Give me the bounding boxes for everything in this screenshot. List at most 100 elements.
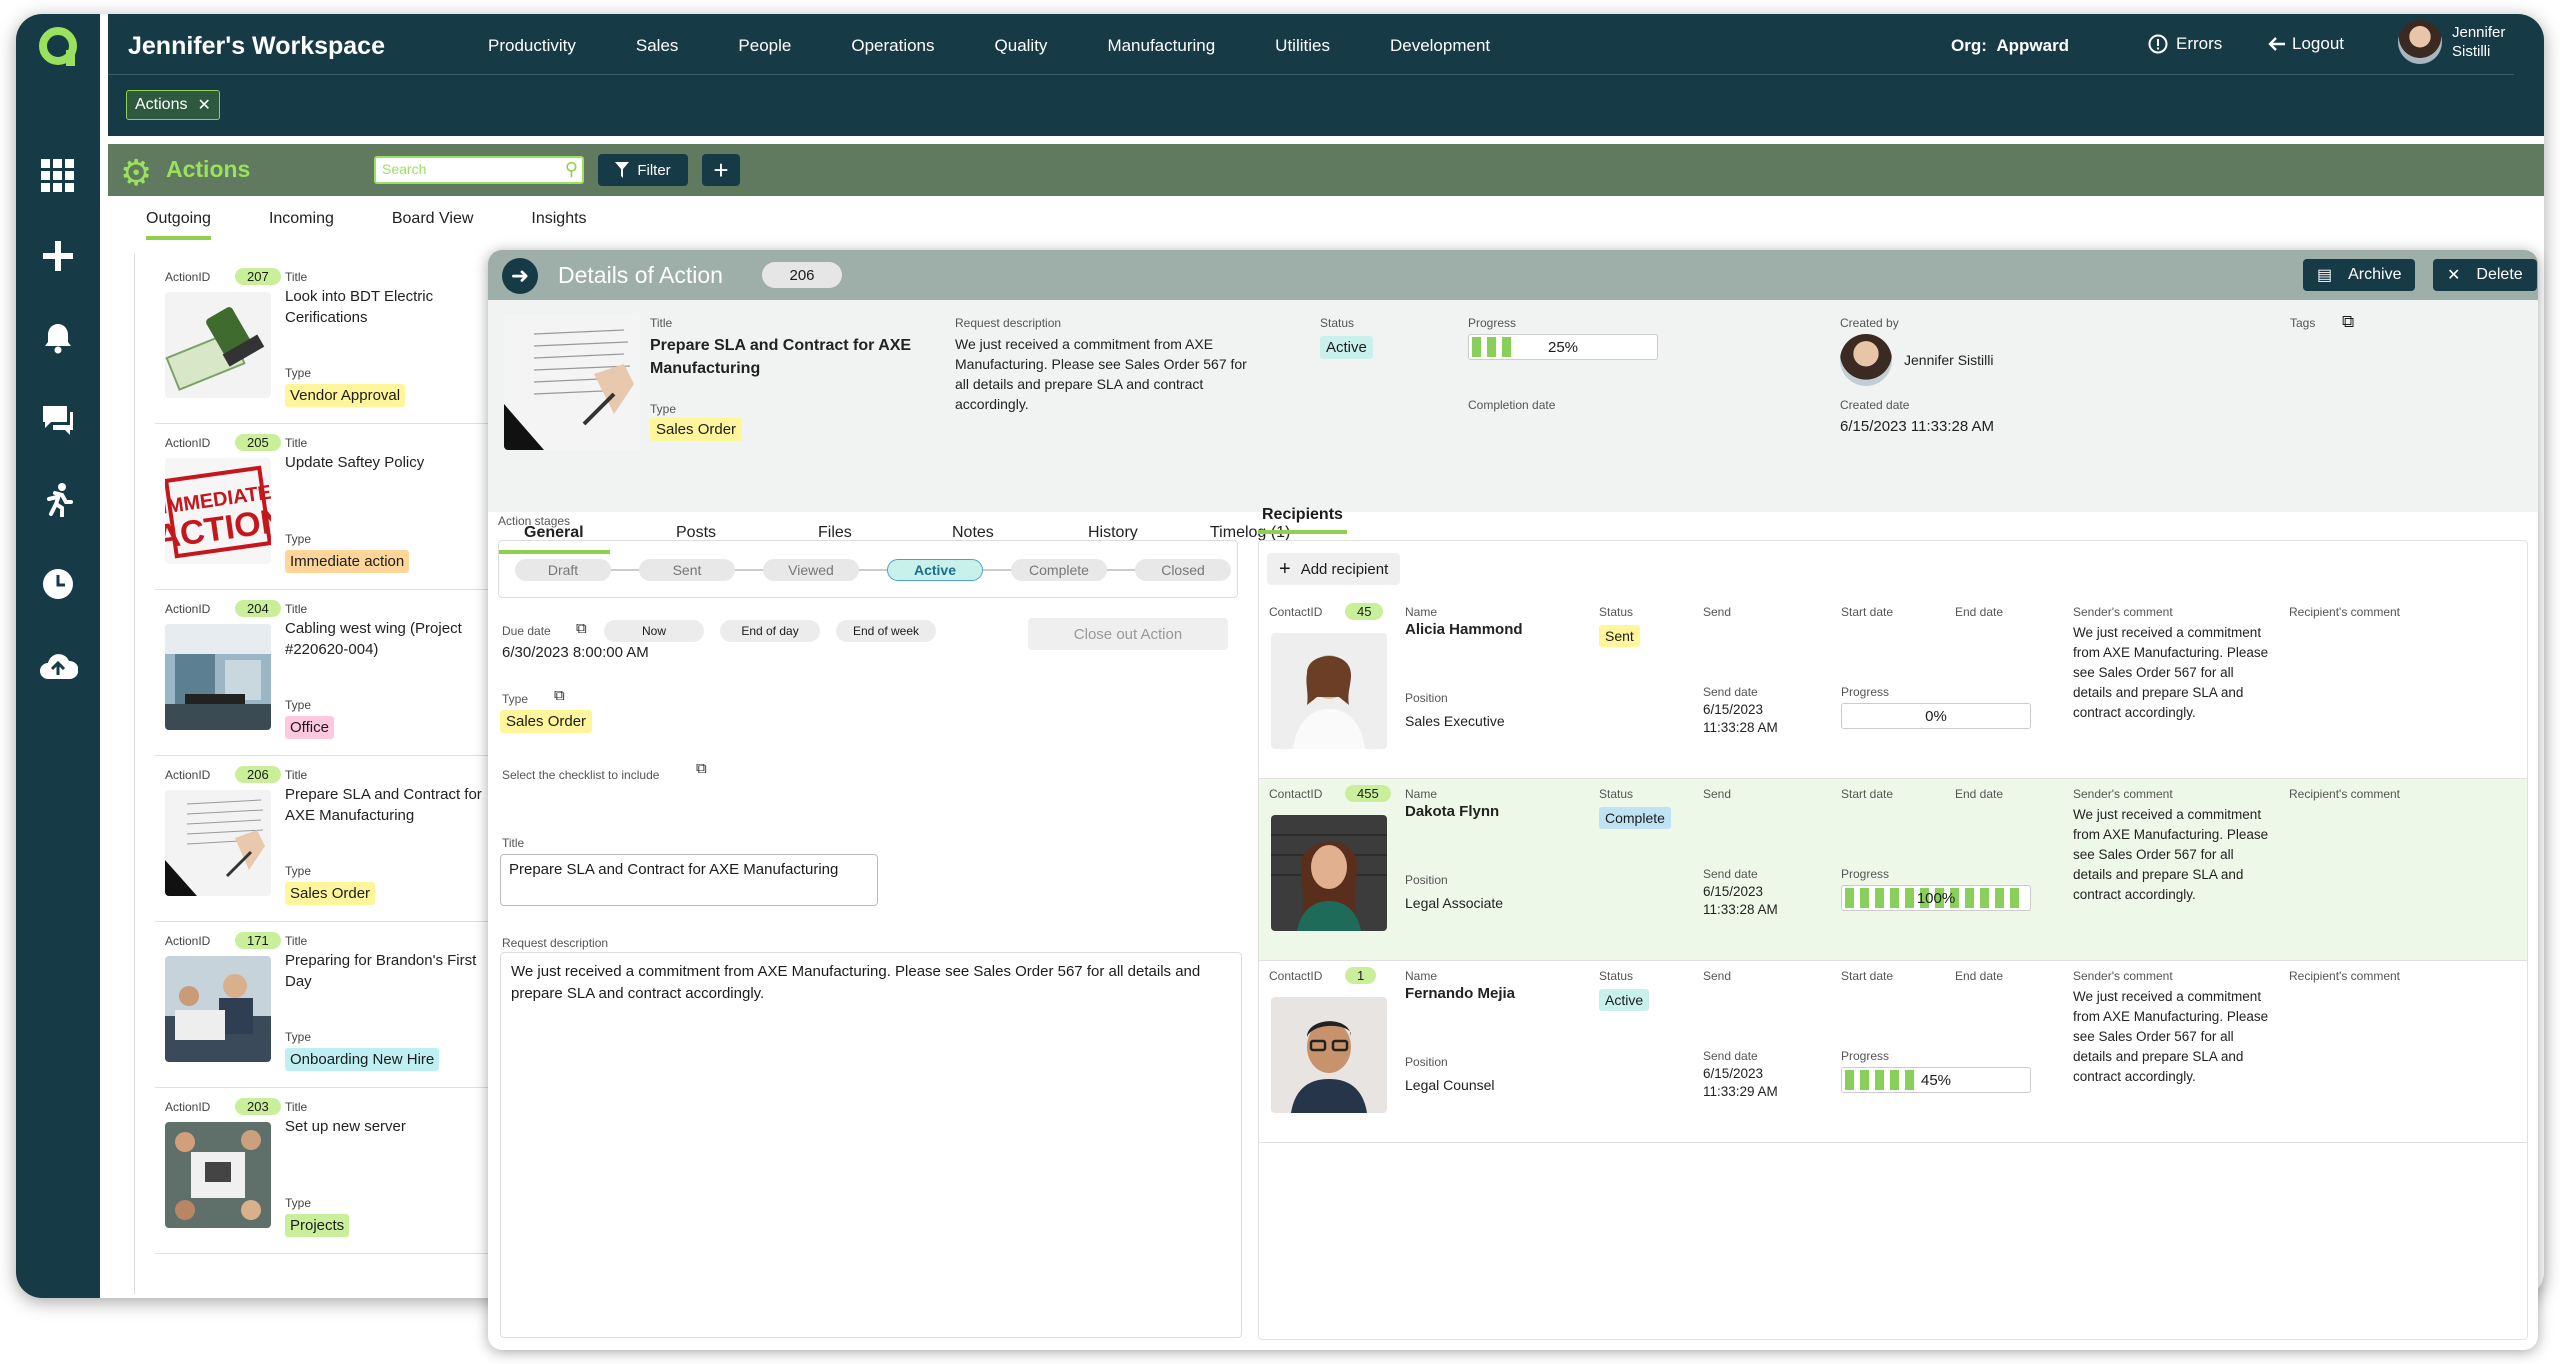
tab-outgoing[interactable]: Outgoing: [146, 210, 211, 240]
appward-logo[interactable]: [36, 22, 80, 72]
tab-recipients[interactable]: Recipients: [1258, 506, 1347, 534]
menu-development[interactable]: Development: [1390, 36, 1490, 56]
menu-utilities[interactable]: Utilities: [1275, 36, 1330, 56]
due-end-of-day-chip[interactable]: End of day: [720, 620, 820, 642]
external-link-icon[interactable]: ⧉: [554, 687, 565, 704]
add-action-button[interactable]: +: [702, 154, 740, 186]
org-value: Appward: [1996, 36, 2070, 55]
org-indicator[interactable]: Org: Appward: [1951, 36, 2069, 56]
close-icon[interactable]: ✕: [197, 95, 210, 115]
details-panel: ➜ Details of Action 206 ▤ Archive ✕ Delete…: [488, 250, 2538, 1350]
recipient-name: Fernando Mejia: [1405, 985, 1516, 1002]
due-end-of-week-chip[interactable]: End of week: [836, 620, 936, 642]
action-id-badge: 206: [235, 766, 281, 783]
external-link-icon[interactable]: ⧉: [696, 760, 707, 777]
clock-icon[interactable]: [38, 564, 78, 604]
chat-icon[interactable]: [38, 400, 78, 440]
send-date-label: Send date: [1703, 867, 1758, 881]
stage-active[interactable]: Active: [887, 559, 983, 581]
archive-icon: ▤: [2317, 267, 2333, 284]
recipient-progress-label: Progress: [1841, 1049, 1890, 1063]
external-link-icon[interactable]: ⧉: [576, 620, 587, 637]
user-profile[interactable]: Jennifer Sistilli: [2398, 20, 2505, 64]
recipient-row[interactable]: ContactID 45 Name Alicia Hammond Positio…: [1259, 597, 2527, 779]
stage-complete[interactable]: Complete: [1011, 559, 1107, 581]
alert-circle-icon: [2148, 34, 2168, 54]
recipient-comment-label: Recipient's comment: [2289, 605, 2400, 619]
title-field-label: Title: [502, 836, 525, 850]
creator-name: Jennifer Sistilli: [1904, 352, 1994, 368]
due-now-chip[interactable]: Now: [604, 620, 704, 642]
open-tab-actions[interactable]: Actions ✕: [126, 90, 220, 120]
sender-comment-label: Sender's comment: [2073, 969, 2173, 983]
status-label: Status: [1599, 969, 1634, 983]
tab-insights[interactable]: Insights: [531, 210, 586, 240]
contact-id-badge: 45: [1345, 603, 1384, 620]
action-id-badge: 206: [762, 262, 842, 288]
logout-button[interactable]: Logout: [2268, 34, 2344, 54]
running-person-icon[interactable]: [38, 480, 78, 520]
recipient-row[interactable]: ContactID 1 Name Fernando Mejia Position…: [1259, 961, 2527, 1143]
action-stages: Draft Sent Viewed Active Complete Closed: [498, 540, 1238, 598]
add-icon[interactable]: [38, 236, 78, 276]
org-label: Org:: [1951, 36, 1987, 55]
menu-quality[interactable]: Quality: [995, 36, 1048, 56]
contact-id-label: ContactID: [1269, 969, 1323, 983]
stage-viewed[interactable]: Viewed: [763, 559, 859, 581]
recipient-name: Dakota Flynn: [1405, 803, 1500, 820]
sender-comment-label: Sender's comment: [2073, 605, 2173, 619]
filter-button[interactable]: Filter: [598, 154, 688, 186]
action-card[interactable]: ActionID 206 Title Prepare SLA and Contr…: [155, 756, 505, 922]
stage-draft[interactable]: Draft: [515, 559, 611, 581]
archive-button[interactable]: ▤ Archive: [2303, 259, 2416, 291]
due-date-value[interactable]: 6/30/2023 8:00:00 AM: [502, 644, 649, 661]
search-icon[interactable]: ⚲: [565, 159, 578, 180]
request-label: Request description: [955, 316, 1062, 330]
contact-id-badge: 455: [1345, 785, 1391, 802]
action-card[interactable]: ActionID 207 Title Look into BDT Electri…: [155, 258, 505, 424]
errors-button[interactable]: Errors: [2148, 34, 2222, 54]
tags-label: Tags: [2290, 316, 2316, 330]
menu-manufacturing[interactable]: Manufacturing: [1107, 36, 1215, 56]
menu-people[interactable]: People: [738, 36, 791, 56]
tab-board-view[interactable]: Board View: [392, 210, 474, 240]
recipient-photo: [1271, 633, 1387, 749]
send-date-value: 6/15/2023 11:33:29 AM: [1703, 1066, 1778, 1099]
menu-operations[interactable]: Operations: [851, 36, 934, 56]
menu-sales[interactable]: Sales: [636, 36, 679, 56]
title-input[interactable]: Prepare SLA and Contract for AXE Manufac…: [500, 854, 878, 906]
action-card[interactable]: ActionID 205 IMMEDIATE ACTION Title Updat…: [155, 424, 505, 590]
external-link-icon[interactable]: ⧉: [2342, 312, 2354, 332]
arrow-right-icon[interactable]: ➜: [502, 258, 538, 294]
close-out-button[interactable]: Close out Action: [1028, 618, 1228, 650]
action-card[interactable]: ActionID 204 Title Cabling west wing (Pr…: [155, 590, 505, 756]
plus-icon: +: [1279, 557, 1291, 580]
details-summary: Title Prepare SLA and Contract for AXE M…: [488, 300, 2538, 554]
stage-closed[interactable]: Closed: [1135, 559, 1231, 581]
bell-icon[interactable]: [38, 318, 78, 358]
cloud-upload-icon[interactable]: [38, 646, 78, 686]
avatar: [2398, 20, 2442, 64]
menu-productivity[interactable]: Productivity: [488, 36, 576, 56]
action-card[interactable]: ActionID 203 Title Set up new server Typ…: [155, 1088, 505, 1254]
search-input[interactable]: Search ⚲: [374, 156, 584, 184]
recipient-status-badge: Sent: [1599, 625, 1640, 647]
recipient-row[interactable]: ContactID 455 Name Dakota Flynn Position…: [1259, 779, 2527, 961]
contact-id-label: ContactID: [1269, 787, 1323, 801]
sender-comment: We just received a commitment from AXE M…: [2073, 625, 2269, 720]
recipient-status-badge: Active: [1599, 989, 1650, 1011]
recipient-progress-bar: 45%: [1841, 1067, 2031, 1093]
end-date-label: End date: [1955, 969, 2004, 983]
delete-button[interactable]: ✕ Delete: [2433, 259, 2537, 291]
action-card[interactable]: ActionID 171 Title Preparing for Brandon…: [155, 922, 505, 1088]
divider: [108, 74, 2514, 75]
stage-sent[interactable]: Sent: [639, 559, 735, 581]
end-date-label: End date: [1955, 787, 2004, 801]
type-field-badge[interactable]: Sales Order: [500, 710, 593, 733]
tab-incoming[interactable]: Incoming: [269, 210, 334, 240]
position-label: Position: [1405, 1055, 1448, 1069]
add-recipient-button[interactable]: + Add recipient: [1267, 553, 1401, 585]
apps-grid-icon[interactable]: [38, 156, 78, 196]
request-textarea[interactable]: We just received a commitment from AXE M…: [500, 952, 1242, 1338]
action-thumbnail: [165, 624, 271, 730]
